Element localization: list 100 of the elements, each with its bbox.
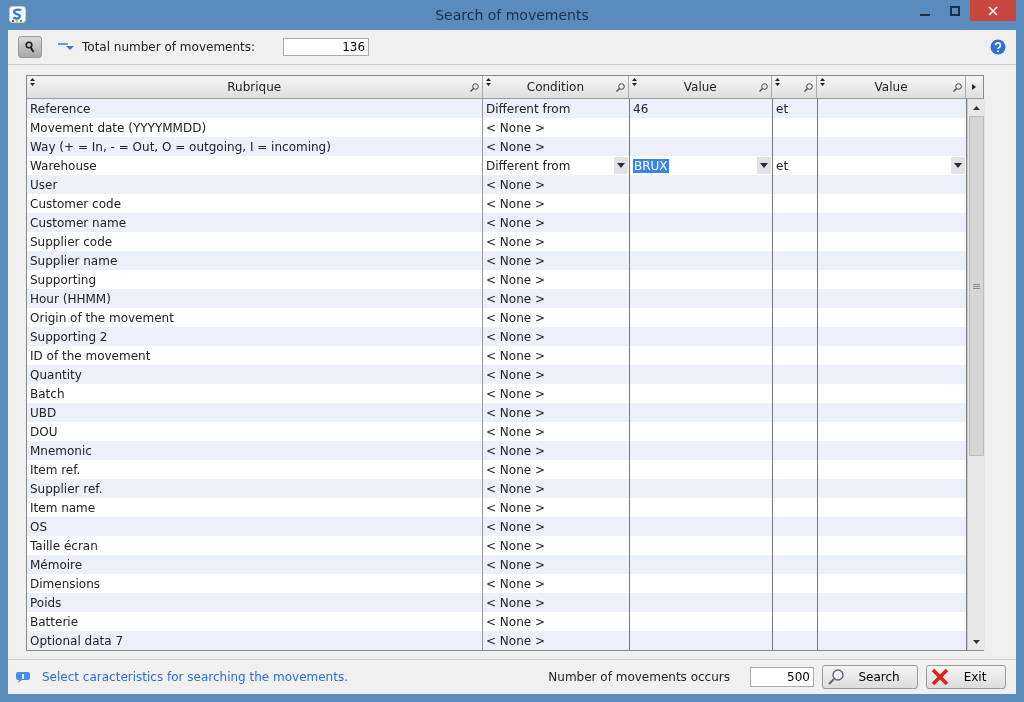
- condition-text: < None >: [486, 576, 546, 591]
- condition-text: < None >: [486, 538, 546, 553]
- rubrique-text: Supplier ref.: [30, 481, 103, 496]
- rubrique-text: Supporting 2: [30, 329, 108, 344]
- column-header[interactable]: Condition: [482, 76, 630, 98]
- scroll-up-icon[interactable]: [973, 105, 980, 110]
- caret-icon[interactable]: [617, 163, 625, 168]
- magnifier-icon[interactable]: [827, 668, 845, 686]
- table-row[interactable]: OS < None >: [27, 517, 967, 536]
- vertical-scrollbar[interactable]: [967, 99, 985, 650]
- table-row[interactable]: Mémoire < None >: [27, 555, 967, 574]
- condition-text: < None >: [486, 139, 546, 154]
- column-header[interactable]: Value: [629, 76, 773, 98]
- dropdown-button[interactable]: [614, 157, 628, 174]
- rubrique-text: Supplier code: [30, 234, 113, 249]
- table-row[interactable]: Quantity < None >: [27, 365, 967, 384]
- table-row[interactable]: User < None >: [27, 175, 967, 194]
- magnifier-icon[interactable]: [25, 41, 35, 53]
- rubrique-text: Supporting: [30, 272, 96, 287]
- close-icon[interactable]: [988, 5, 998, 16]
- condition-text: < None >: [486, 196, 546, 211]
- search-icon[interactable]: [804, 83, 814, 92]
- rubrique-text: Poids: [30, 595, 62, 610]
- table-row[interactable]: Way (+ = In, - = Out, O = outgoing, I = incoming) < None >: [27, 137, 967, 156]
- rubrique-text: Optional data 7: [30, 633, 124, 648]
- rubrique-text: Supplier name: [30, 253, 118, 268]
- rubrique-text: Customer name: [30, 215, 127, 230]
- caret-icon[interactable]: [954, 163, 962, 168]
- table-row[interactable]: Mnemonic < None >: [27, 441, 967, 460]
- help-icon[interactable]: [990, 39, 1006, 55]
- close-button[interactable]: [970, 0, 1016, 21]
- search-button[interactable]: Search: [822, 665, 918, 689]
- condition-text: < None >: [486, 348, 546, 363]
- table-row[interactable]: Supporting 2 < None >: [27, 327, 967, 346]
- rubrique-text: Batterie: [30, 614, 79, 629]
- link-text: et: [776, 101, 789, 116]
- scroll-right-icon[interactable]: [972, 84, 977, 90]
- sort-icon[interactable]: [485, 78, 491, 86]
- app-logo-icon: [9, 6, 26, 23]
- rubrique-text: Way (+ = In, - = Out, O = outgoing, I = incoming): [30, 139, 331, 154]
- table-row[interactable]: Optional data 7 < None >: [27, 631, 967, 650]
- condition-text: < None >: [486, 386, 546, 401]
- exit-button[interactable]: Exit: [926, 665, 1006, 689]
- movements-count-field[interactable]: 500: [750, 667, 814, 687]
- table-row[interactable]: Supplier ref. < None >: [27, 479, 967, 498]
- sort-icon[interactable]: [820, 78, 826, 86]
- search-icon[interactable]: [759, 83, 769, 92]
- sort-icon[interactable]: [30, 78, 35, 86]
- link-text: et: [776, 158, 789, 173]
- filter-dropdown-icon[interactable]: [58, 43, 74, 51]
- condition-text: < None >: [486, 272, 546, 287]
- condition-text: < None >: [486, 481, 546, 496]
- search-icon[interactable]: [953, 83, 962, 92]
- dropdown-button[interactable]: [951, 157, 965, 174]
- dropdown-field[interactable]: BRUX: [630, 156, 773, 175]
- table-row[interactable]: Hour (HHMM) < None >: [27, 289, 967, 308]
- rubrique-text: Origin of the movement: [30, 310, 174, 325]
- dropdown-button[interactable]: [757, 157, 771, 174]
- search-button[interactable]: [18, 36, 42, 58]
- cross-icon[interactable]: [931, 668, 949, 686]
- rubrique-text: Quantity: [30, 367, 82, 382]
- table-row[interactable]: UBD < None >: [27, 403, 967, 422]
- search-icon[interactable]: [616, 83, 626, 92]
- search-icon[interactable]: [469, 83, 479, 92]
- rubrique-text: Reference: [30, 101, 91, 116]
- table-row[interactable]: Supplier name < None >: [27, 251, 967, 270]
- column-header[interactable]: Value: [817, 76, 966, 98]
- caret-icon[interactable]: [760, 163, 768, 168]
- table-row[interactable]: Customer name < None >: [27, 213, 967, 232]
- rubrique-text: DOU: [30, 424, 58, 439]
- rubrique-text: OS: [30, 519, 48, 534]
- condition-text: < None >: [486, 291, 546, 306]
- sort-icon[interactable]: [775, 78, 781, 86]
- sort-icon[interactable]: [632, 78, 638, 86]
- column-header[interactable]: [772, 76, 818, 98]
- info-icon: [16, 671, 32, 683]
- table-row[interactable]: Reference Different from 46 et: [27, 99, 967, 118]
- scrollbar-thumb[interactable]: [969, 116, 984, 456]
- rubrique-text: Item name: [30, 500, 96, 515]
- table-row[interactable]: Poids < None >: [27, 593, 967, 612]
- condition-text: < None >: [486, 519, 546, 534]
- condition-text: < None >: [486, 614, 546, 629]
- value-text: BRUX: [633, 158, 669, 173]
- window-title: Search of movements: [435, 7, 589, 23]
- condition-text: Different from: [486, 101, 571, 116]
- value-text: 46: [633, 101, 649, 116]
- condition-text: Different from: [486, 158, 571, 173]
- condition-text: < None >: [486, 462, 546, 477]
- condition-text: < None >: [486, 367, 546, 382]
- scroll-down-icon[interactable]: [973, 639, 980, 644]
- condition-text: < None >: [486, 253, 546, 268]
- rubrique-text: Mnemonic: [30, 443, 92, 458]
- condition-text: < None >: [486, 120, 546, 135]
- maximize-icon[interactable]: [950, 5, 960, 16]
- rubrique-text: Hour (HHMM): [30, 291, 111, 306]
- column-header[interactable]: Rubrique: [27, 76, 483, 98]
- condition-text: < None >: [486, 557, 546, 572]
- total-movements-field[interactable]: 136: [283, 38, 370, 56]
- movements-count-label: Number of movements occurs: [548, 670, 730, 684]
- total-movements-label: Total number of movements:: [82, 40, 256, 54]
